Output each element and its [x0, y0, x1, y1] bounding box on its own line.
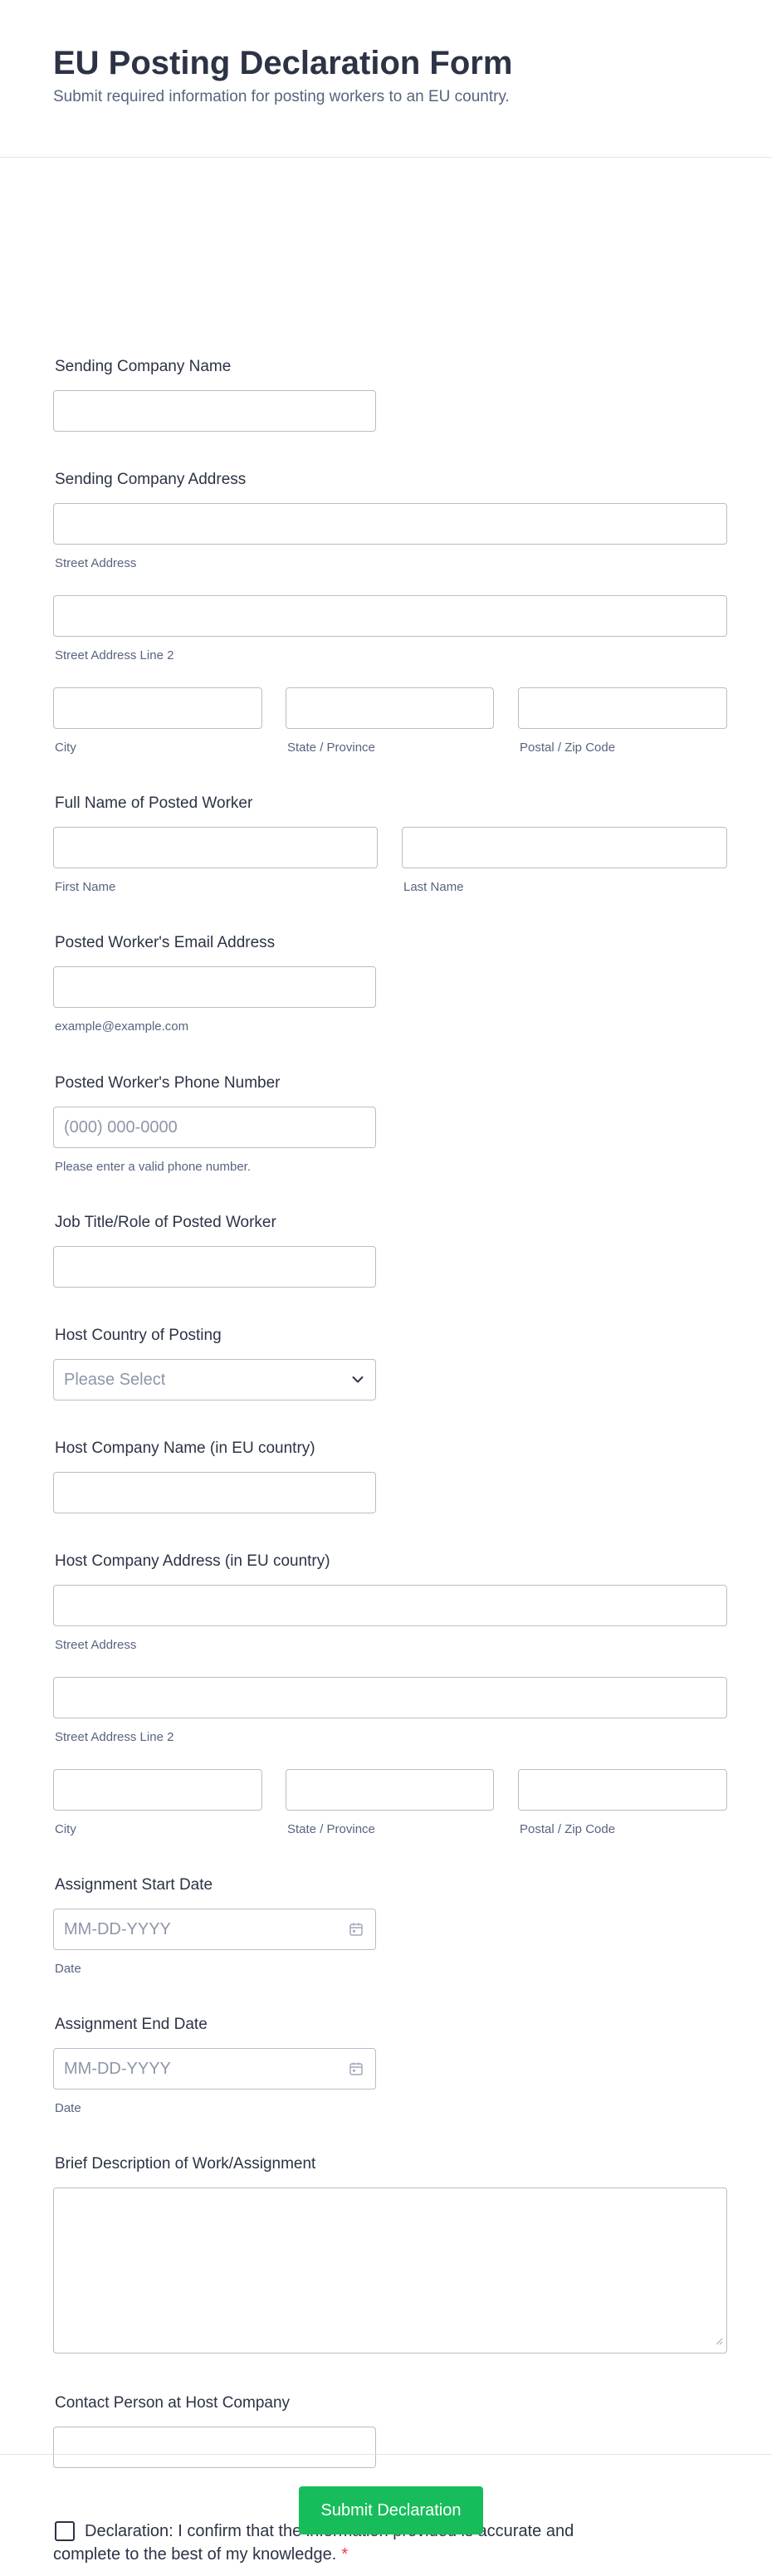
- last-name-sublabel: Last Name: [403, 880, 464, 894]
- worker-phone-label: Posted Worker's Phone Number: [55, 1074, 281, 1092]
- host-company-address-label: Host Company Address (in EU country): [55, 1552, 330, 1570]
- start-date-placeholder: MM-DD-YYYY: [64, 1919, 171, 1938]
- host-street2-input[interactable]: [53, 1677, 727, 1718]
- page-title: EU Posting Declaration Form: [53, 45, 513, 81]
- host-street-input[interactable]: [53, 1585, 727, 1626]
- calendar-icon[interactable]: [349, 2061, 364, 2076]
- end-date-label: Assignment End Date: [55, 2016, 208, 2033]
- start-date-input[interactable]: MM-DD-YYYY: [53, 1909, 376, 1950]
- worker-email-input[interactable]: [53, 966, 376, 1008]
- first-name-sublabel: First Name: [55, 880, 116, 894]
- description-textarea[interactable]: [53, 2187, 727, 2354]
- worker-phone-sublabel: Please enter a valid phone number.: [55, 1160, 251, 1174]
- host-city-sublabel: City: [55, 1822, 76, 1836]
- sending-state-sublabel: State / Province: [287, 741, 375, 755]
- host-country-select[interactable]: Please Select: [53, 1359, 376, 1400]
- sending-street2-input[interactable]: [53, 595, 727, 637]
- start-date-label: Assignment Start Date: [55, 1876, 213, 1894]
- host-country-selected: Please Select: [64, 1370, 166, 1389]
- last-name-input[interactable]: [402, 827, 727, 868]
- host-state-input[interactable]: [286, 1769, 494, 1811]
- form-header: EU Posting Declaration Form Submit requi…: [0, 0, 772, 158]
- description-label: Brief Description of Work/Assignment: [55, 2155, 316, 2173]
- end-date-placeholder: MM-DD-YYYY: [64, 2059, 171, 2078]
- first-name-input[interactable]: [53, 827, 378, 868]
- worker-email-label: Posted Worker's Email Address: [55, 934, 276, 951]
- sending-zip-input[interactable]: [518, 687, 727, 729]
- worker-email-sublabel: example@example.com: [55, 1019, 189, 1034]
- worker-phone-placeholder: (000) 000-0000: [64, 1117, 178, 1136]
- chevron-down-icon: [352, 1376, 364, 1384]
- host-country-label: Host Country of Posting: [55, 1327, 222, 1344]
- host-company-name-input[interactable]: [53, 1472, 376, 1513]
- page-subtitle: Submit required information for posting …: [53, 88, 510, 105]
- worker-name-label: Full Name of Posted Worker: [55, 794, 253, 812]
- host-street2-sublabel: Street Address Line 2: [55, 1730, 174, 1744]
- worker-phone-input[interactable]: (000) 000-0000: [53, 1107, 376, 1148]
- end-date-input[interactable]: MM-DD-YYYY: [53, 2048, 376, 2090]
- host-zip-sublabel: Postal / Zip Code: [520, 1822, 616, 1836]
- sending-state-input[interactable]: [286, 687, 494, 729]
- sending-street2-sublabel: Street Address Line 2: [55, 648, 174, 662]
- host-city-input[interactable]: [53, 1769, 262, 1811]
- sending-company-name-input[interactable]: [53, 390, 376, 432]
- sending-zip-sublabel: Postal / Zip Code: [520, 741, 616, 755]
- job-title-input[interactable]: [53, 1246, 376, 1288]
- resize-handle-icon[interactable]: [715, 2334, 723, 2349]
- sending-company-name-label: Sending Company Name: [55, 358, 232, 375]
- contact-person-label: Contact Person at Host Company: [55, 2394, 291, 2412]
- sending-street-input[interactable]: [53, 503, 727, 545]
- sending-street-sublabel: Street Address: [55, 556, 137, 570]
- job-title-label: Job Title/Role of Posted Worker: [55, 1214, 276, 1231]
- sending-city-sublabel: City: [55, 741, 76, 755]
- sending-city-input[interactable]: [53, 687, 262, 729]
- host-state-sublabel: State / Province: [287, 1822, 375, 1836]
- host-zip-input[interactable]: [518, 1769, 727, 1811]
- form-footer: Submit Declaration: [0, 2454, 772, 2576]
- host-company-name-label: Host Company Name (in EU country): [55, 1440, 315, 1457]
- sending-company-address-label: Sending Company Address: [55, 471, 247, 488]
- host-street-sublabel: Street Address: [55, 1638, 137, 1652]
- end-date-sublabel: Date: [55, 2101, 81, 2115]
- submit-button[interactable]: Submit Declaration: [299, 2486, 483, 2534]
- start-date-sublabel: Date: [55, 1962, 81, 1976]
- calendar-icon[interactable]: [349, 1922, 364, 1937]
